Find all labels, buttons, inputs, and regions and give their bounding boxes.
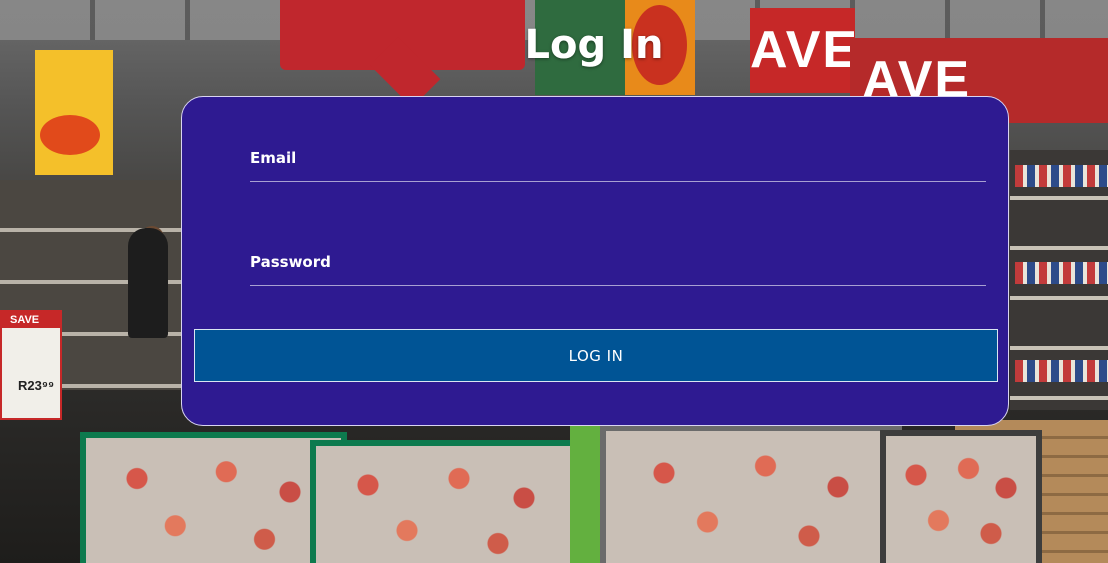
bottle-row (1015, 360, 1108, 382)
login-button[interactable]: LOG IN (194, 329, 998, 382)
page-title: Log In (524, 22, 664, 68)
price-card-header: SAVE (2, 312, 60, 328)
shopper (128, 228, 168, 338)
login-form: Email Password LOG IN (181, 96, 1009, 426)
price-card: SAVE R23⁹⁹ (0, 310, 62, 420)
apple-crate (600, 425, 902, 563)
poster-price-burst (40, 115, 100, 155)
password-field[interactable] (250, 259, 986, 286)
fruit-crate (880, 430, 1042, 563)
email-field[interactable] (250, 155, 986, 182)
apple-crate (80, 432, 347, 563)
bottle-row (1015, 165, 1108, 187)
price-card-price: R23⁹⁹ (18, 378, 55, 393)
cheese-poster (35, 50, 113, 175)
apple-crate (310, 440, 582, 563)
bottle-row (1015, 262, 1108, 284)
